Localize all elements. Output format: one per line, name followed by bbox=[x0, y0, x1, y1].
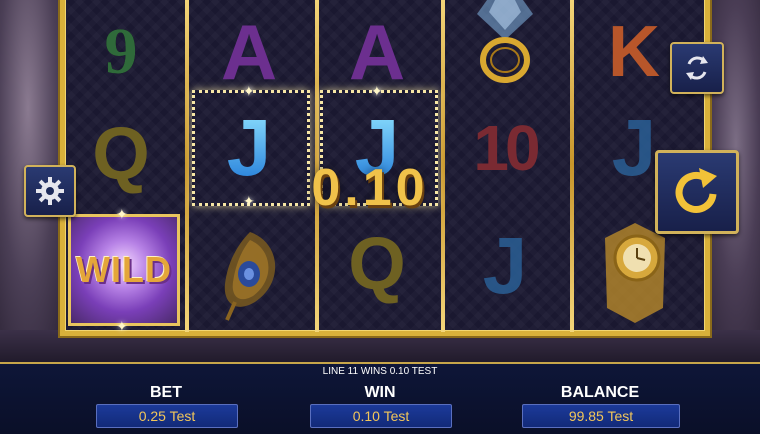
win-value: 0.10 Test bbox=[310, 404, 452, 428]
gold-watch-icon bbox=[605, 223, 665, 323]
symbol-nine: 9 bbox=[104, 15, 138, 88]
reel-divider bbox=[185, 0, 189, 332]
spin-button[interactable] bbox=[655, 150, 739, 234]
reel-divider bbox=[570, 0, 574, 332]
win-label: WIN bbox=[364, 384, 396, 401]
bet-label: BET bbox=[150, 384, 182, 401]
sparkle-icon: ✦ bbox=[243, 83, 255, 99]
diamond-ring-icon bbox=[477, 0, 533, 83]
balance-value: 99.85 Test bbox=[522, 404, 680, 428]
symbol-queen: Q bbox=[92, 112, 150, 195]
reel-1-row-2: Q bbox=[62, 102, 180, 206]
symbol-jack: J bbox=[611, 103, 657, 192]
spin-arrow-icon bbox=[675, 168, 717, 213]
reel-4-row-2: 10 bbox=[446, 96, 564, 200]
refresh-arrows-icon bbox=[686, 56, 708, 80]
gear-icon bbox=[36, 177, 64, 205]
wild-label: WILD bbox=[76, 249, 172, 290]
symbol-queen: Q bbox=[348, 222, 406, 305]
peacock-brooch-icon bbox=[224, 232, 276, 321]
symbol-ace: A bbox=[348, 8, 406, 96]
wild-symbol: WILD bbox=[68, 214, 180, 326]
reel-3-row-3: Q bbox=[318, 212, 436, 316]
symbol-king: K bbox=[608, 12, 660, 92]
symbol-ace: A bbox=[220, 8, 278, 96]
symbol-jack: J bbox=[226, 103, 272, 192]
autoplay-button[interactable] bbox=[670, 42, 724, 94]
win-amount-popup: 0.10 bbox=[311, 159, 429, 217]
win-line-message: LINE 11 WINS 0.10 TEST bbox=[322, 366, 438, 377]
bet-value[interactable]: 0.25 Test bbox=[96, 404, 238, 428]
sparkle-icon: ✦ bbox=[243, 193, 255, 209]
reel-1-row-1: 9 bbox=[62, 0, 180, 104]
sparkle-icon: ✦ bbox=[116, 206, 128, 222]
balance-label: BALANCE bbox=[560, 384, 640, 401]
symbol-jack: J bbox=[482, 221, 528, 310]
settings-button[interactable] bbox=[24, 165, 76, 217]
sparkle-icon: ✦ bbox=[116, 318, 128, 334]
symbol-ten: 10 bbox=[473, 112, 540, 184]
sparkle-icon: ✦ bbox=[371, 83, 383, 99]
reel-4-row-3: J bbox=[446, 214, 564, 318]
